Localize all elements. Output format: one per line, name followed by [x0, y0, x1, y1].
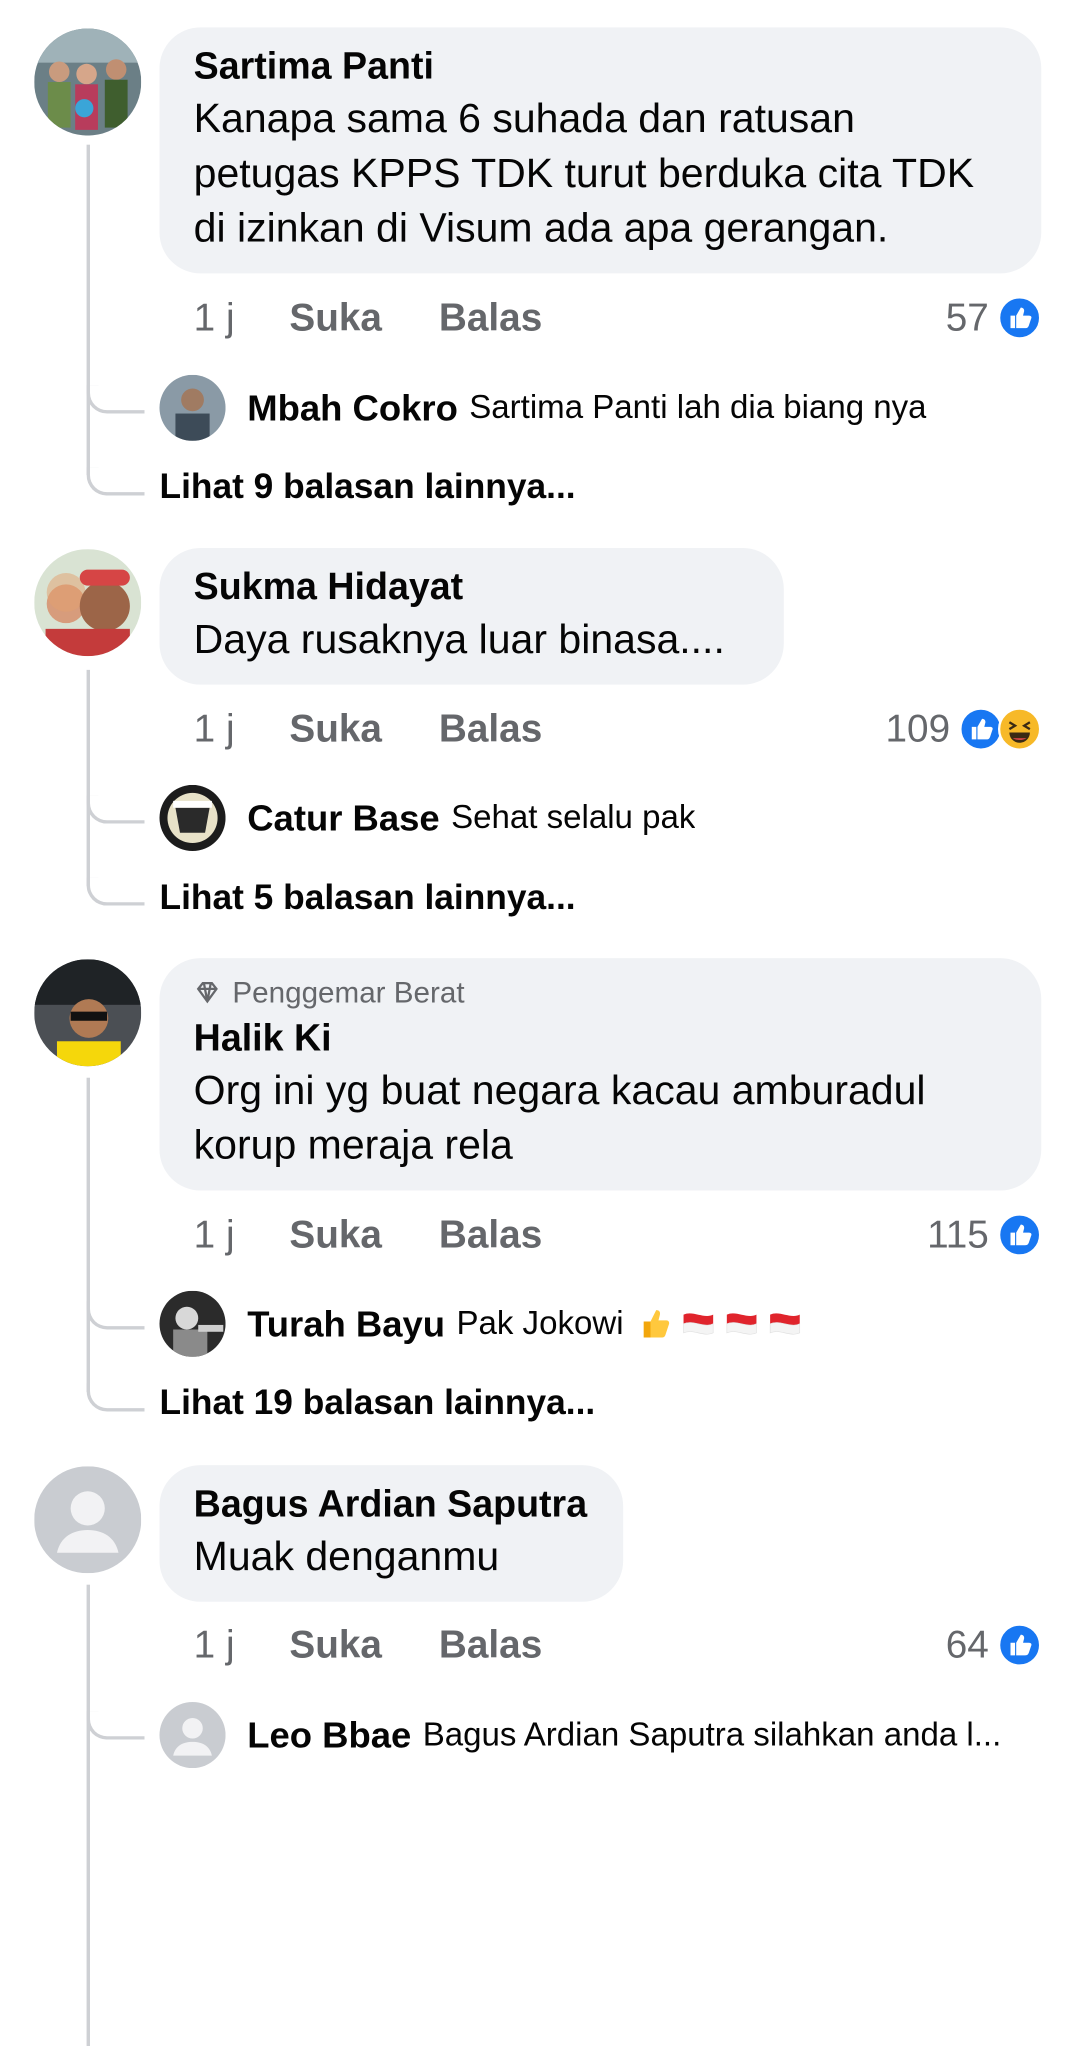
reply-author[interactable]: Leo Bbae [247, 1714, 411, 1756]
reactions-count[interactable]: 115 [927, 1213, 989, 1257]
diamond-icon [196, 982, 218, 1004]
comment-bubble: Sukma Hidayat Daya rusaknya luar binasa.… [159, 547, 784, 685]
reply-button[interactable]: Balas [439, 1213, 542, 1257]
comment-text: di izinkan di Visum ada apa gerangan. [193, 203, 889, 251]
reactions-count[interactable]: 57 [946, 296, 989, 340]
comment-text: petugas KPPS TDK turut berduka cita TDK [193, 149, 975, 196]
thread-branch [86, 1301, 145, 1330]
thread-line [86, 144, 90, 476]
like-button[interactable]: Suka [289, 296, 382, 340]
thumbs-up-emoji [637, 1306, 673, 1342]
reply-preview[interactable]: Leo Bbae Bagus Ardian Saputra silahkan a… [247, 1710, 1041, 1760]
comment-text: Org ini yg buat negara kacau amburadul [193, 1066, 926, 1114]
like-icon[interactable] [959, 707, 1003, 751]
comment-actions: 1 j Suka Balas 57 [194, 293, 1042, 343]
like-button[interactable]: Suka [289, 1213, 382, 1257]
avatar[interactable] [34, 959, 142, 1067]
thread-line [86, 669, 90, 887]
comment-author[interactable]: Bagus Ardian Saputra [194, 1479, 589, 1529]
comment-author[interactable]: Halik Ki [194, 1013, 1007, 1063]
thread-branch [86, 1383, 145, 1412]
default-avatar-icon [159, 1702, 226, 1769]
thread-line [86, 1077, 90, 1393]
indonesia-flag-emoji [724, 1306, 760, 1342]
comment-text: Daya rusaknya luar binasa.... [193, 615, 725, 662]
comment-time: 1 j [193, 295, 235, 339]
comment-author[interactable]: Sukma Hidayat [194, 562, 750, 612]
comment-bubble: Bagus Ardian Saputra Muak denganmu [159, 1465, 624, 1602]
default-avatar-icon [34, 1466, 142, 1574]
thread-branch [86, 795, 145, 824]
reply-text: Bagus Ardian Saputra silahkan anda l... [422, 1716, 1002, 1753]
reply-avatar[interactable] [159, 1702, 226, 1769]
thread-branch [86, 877, 145, 906]
comment-time: 1 j [193, 706, 235, 751]
view-more-replies[interactable]: Lihat 5 balasan lainnya... [159, 875, 575, 921]
comment-time: 1 j [193, 1622, 235, 1667]
thread-branch [86, 1711, 145, 1740]
fan-badge-label: Penggemar Berat [232, 975, 465, 1010]
reply-preview[interactable]: Catur Base Sehat selalu pak [247, 793, 1041, 843]
reply-author[interactable]: Turah Bayu [247, 1303, 445, 1345]
reactions-count[interactable]: 109 [885, 707, 950, 751]
comment-text: Kanapa sama 6 suhada dan ratusan [193, 94, 855, 142]
view-more-replies[interactable]: Lihat 9 balasan lainnya... [159, 464, 575, 510]
reply-text: Pak Jokowi [456, 1305, 624, 1342]
view-more-replies[interactable]: Lihat 19 balasan lainnya... [159, 1380, 595, 1426]
indonesia-flag-emoji [767, 1306, 803, 1342]
reply-button[interactable]: Balas [439, 707, 542, 751]
comment-bubble: Sartima Panti Kanapa sama 6 suhada dan r… [159, 27, 1042, 274]
comment-author[interactable]: Sartima Panti [194, 41, 1007, 91]
haha-icon[interactable] [997, 707, 1042, 751]
comment-text: Muak denganmu [193, 1532, 500, 1579]
thread-line [86, 1584, 90, 2046]
avatar[interactable] [34, 28, 142, 136]
reply-author[interactable]: Catur Base [247, 797, 439, 839]
reply-text: Sartima Panti lah dia biang nya [469, 389, 927, 426]
comment-bubble: Penggemar Berat Halik Ki Org ini yg buat… [159, 958, 1042, 1191]
reply-avatar[interactable] [159, 374, 226, 441]
reply-button[interactable]: Balas [439, 1623, 542, 1667]
thread-branch [86, 385, 145, 414]
comment-actions: 1 j Suka Balas 115 [194, 1210, 1042, 1260]
avatar[interactable] [34, 1466, 142, 1574]
comment-actions: 1 j Suka Balas 64 [194, 1620, 1042, 1670]
reply-author[interactable]: Mbah Cokro [247, 387, 458, 429]
like-icon[interactable] [997, 1623, 1042, 1667]
like-icon[interactable] [997, 1213, 1042, 1257]
fan-badge: Penggemar Berat [194, 972, 1007, 1013]
like-button[interactable]: Suka [289, 1623, 382, 1667]
reply-avatar[interactable] [159, 784, 226, 852]
comment-text: korup meraja rela [193, 1121, 513, 1168]
comment-time: 1 j [193, 1212, 235, 1257]
comment-actions: 1 j Suka Balas 109 [194, 704, 1042, 754]
thread-branch [86, 467, 145, 496]
indonesia-flag-emoji [681, 1306, 717, 1342]
avatar[interactable] [34, 549, 142, 657]
reply-preview[interactable]: Mbah Cokro Sartima Panti lah dia biang n… [247, 383, 1041, 433]
reply-avatar[interactable] [159, 1290, 226, 1357]
reply-button[interactable]: Balas [439, 296, 542, 340]
like-button[interactable]: Suka [289, 707, 382, 751]
reactions-count[interactable]: 64 [946, 1623, 989, 1667]
reply-preview[interactable]: Turah Bayu Pak Jokowi [247, 1299, 1041, 1349]
reply-text: Sehat selalu pak [451, 799, 696, 836]
like-icon[interactable] [997, 296, 1042, 340]
